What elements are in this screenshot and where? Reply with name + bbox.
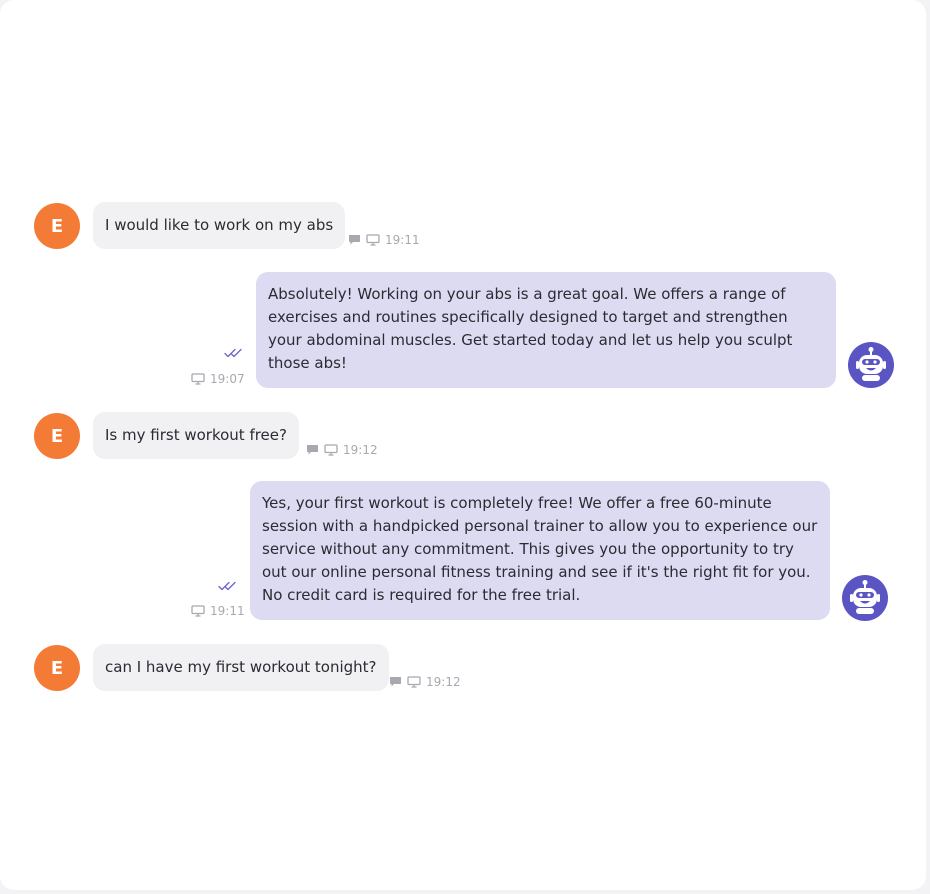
message-bubble-user[interactable]: can I have my first workout tonight? <box>93 644 389 691</box>
message-time: 19:07 <box>210 372 245 386</box>
message-meta: 19:11 <box>191 604 245 618</box>
user-initial: E <box>50 657 64 679</box>
monitor-icon <box>191 373 205 385</box>
message-bubble-user[interactable]: Is my first workout free? <box>93 412 299 459</box>
user-avatar: E <box>34 645 80 691</box>
double-check-icon <box>224 348 242 358</box>
user-avatar: E <box>34 203 80 249</box>
message-text: can I have my first workout tonight? <box>105 658 377 676</box>
message-meta: 19:11 <box>348 233 420 247</box>
double-check-icon <box>218 581 236 591</box>
bot-avatar <box>848 342 894 388</box>
monitor-icon <box>324 444 338 456</box>
message-meta: 19:12 <box>389 675 461 689</box>
message-text: Yes, your first workout is completely fr… <box>262 494 818 604</box>
message-meta: 19:12 <box>306 443 378 457</box>
message-text: I would like to work on my abs <box>105 216 334 234</box>
message-time: 19:11 <box>210 604 245 618</box>
chat-window: E I would like to work on my abs 19:11 1… <box>0 0 926 890</box>
chat-icon <box>390 677 401 687</box>
message-bubble-bot[interactable]: Yes, your first workout is completely fr… <box>250 481 830 620</box>
message-text: Is my first workout free? <box>105 426 287 444</box>
message-meta: 19:07 <box>191 372 245 386</box>
monitor-icon <box>191 605 205 617</box>
chat-icon <box>307 445 318 455</box>
message-bubble-bot[interactable]: Absolutely! Working on your abs is a gre… <box>256 272 836 388</box>
message-text: Absolutely! Working on your abs is a gre… <box>268 285 793 372</box>
robot-icon <box>850 580 880 614</box>
user-initial: E <box>50 425 64 447</box>
user-avatar: E <box>34 413 80 459</box>
robot-icon <box>856 347 886 381</box>
bot-avatar <box>842 575 888 621</box>
monitor-icon <box>366 234 380 246</box>
message-time: 19:11 <box>385 233 420 247</box>
message-time: 19:12 <box>343 443 378 457</box>
monitor-icon <box>407 676 421 688</box>
message-time: 19:12 <box>426 675 461 689</box>
user-initial: E <box>50 215 64 237</box>
message-bubble-user[interactable]: I would like to work on my abs <box>93 202 346 249</box>
chat-icon <box>349 235 360 245</box>
